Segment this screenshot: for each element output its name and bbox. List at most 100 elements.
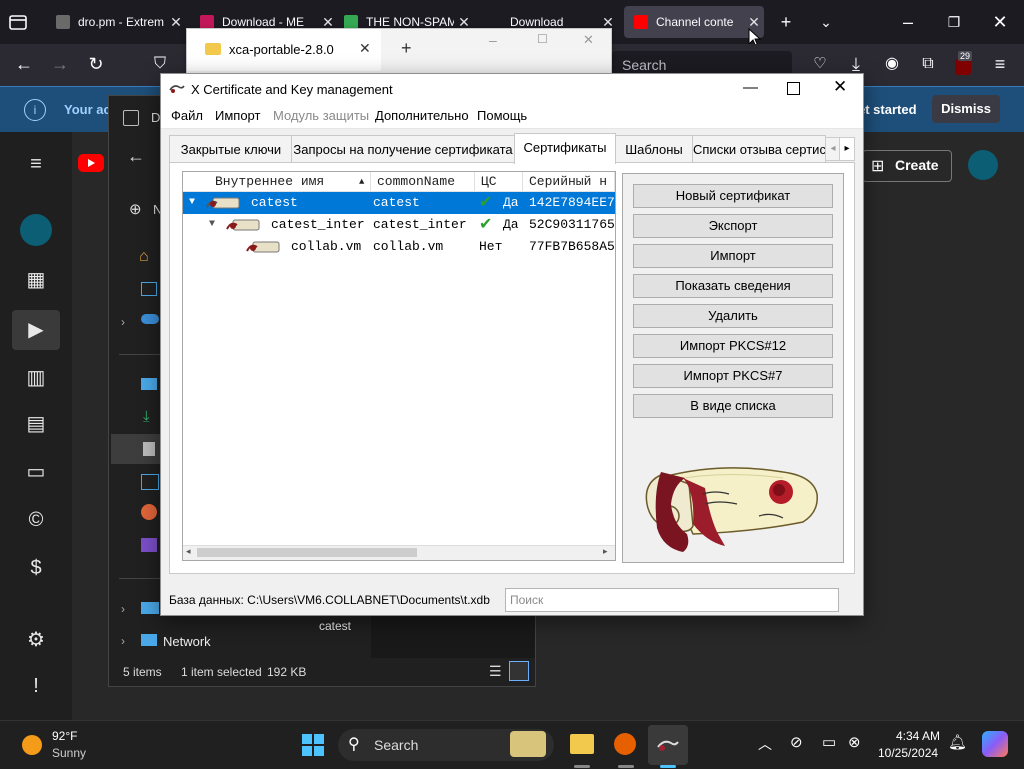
- ublock-extension[interactable]: 29: [952, 51, 976, 77]
- pictures-icon[interactable]: [141, 474, 159, 490]
- search-input[interactable]: Search: [622, 57, 666, 73]
- tab-list-icon[interactable]: [8, 12, 32, 32]
- tab-revocation-lists[interactable]: Списки отзыва сертис: [692, 135, 826, 163]
- firefox-taskbar-icon[interactable]: [614, 733, 636, 755]
- extensions-icon[interactable]: ⧉: [916, 54, 940, 74]
- table-row[interactable]: ▼ catest catest ✔ Да 142E7894EE7: [183, 192, 615, 214]
- maximize-icon[interactable]: [787, 82, 800, 95]
- chevron-right-icon[interactable]: ›: [121, 602, 125, 616]
- tab-requests[interactable]: Запросы на получение сертификата: [291, 135, 515, 163]
- get-started-button[interactable]: et started: [858, 102, 917, 117]
- certificate-tree[interactable]: Внутреннее имя ▲ commonName ЦС Серийный н…: [182, 171, 616, 561]
- tab-scroll-right-icon[interactable]: ▸: [839, 137, 855, 161]
- menu-help[interactable]: Помощь: [477, 108, 527, 123]
- close-tab-icon[interactable]: ✕: [359, 40, 371, 57]
- tab-templates[interactable]: Шаблоны: [614, 135, 694, 163]
- maximize-icon[interactable]: ☐: [537, 32, 548, 46]
- new-certificate-button[interactable]: Новый сертификат: [633, 184, 833, 208]
- avatar[interactable]: [968, 150, 998, 180]
- back-icon[interactable]: ←: [12, 54, 36, 74]
- close-window-icon[interactable]: ✕: [988, 12, 1012, 32]
- network-label[interactable]: Network: [163, 634, 211, 649]
- desktop-icon[interactable]: [141, 378, 157, 390]
- import-pkcs7-button[interactable]: Импорт PKCS#7: [633, 364, 833, 388]
- display-icon[interactable]: ▭: [822, 733, 836, 751]
- tiles-view-icon[interactable]: [509, 661, 529, 681]
- restore-icon[interactable]: ❐: [942, 12, 966, 32]
- shield-icon[interactable]: ⛉: [148, 54, 172, 74]
- column-header-commonname[interactable]: commonName: [371, 172, 475, 192]
- feedback-icon[interactable]: !: [22, 672, 50, 700]
- volume-muted-icon[interactable]: ⊗: [848, 733, 861, 751]
- copyright-icon[interactable]: ©: [22, 506, 50, 534]
- table-row[interactable]: collab.vm collab.vm Нет 77FB7B658A5: [183, 236, 615, 258]
- menu-token[interactable]: Модуль защиты: [273, 108, 369, 123]
- earn-icon[interactable]: $: [22, 554, 50, 582]
- folder-tab[interactable]: xca-portable-2.8.0 ✕: [187, 29, 381, 71]
- horizontal-scrollbar[interactable]: ◂ ▸: [183, 545, 615, 560]
- menu-file[interactable]: Файл: [171, 108, 203, 123]
- collapse-arrow-icon[interactable]: ▼: [189, 192, 195, 214]
- browser-tab-active[interactable]: Channel conte ✕: [624, 6, 764, 38]
- sun-icon[interactable]: [22, 735, 42, 755]
- network-off-icon[interactable]: ⊘: [790, 733, 803, 751]
- notification-bell-icon[interactable]: 🔔︎: [948, 733, 967, 751]
- back-icon[interactable]: ←: [127, 146, 145, 167]
- reload-icon[interactable]: ↻: [84, 54, 108, 74]
- taskbar-search[interactable]: ⚲ Search: [338, 729, 554, 761]
- clock-time[interactable]: 4:34 AM: [896, 729, 940, 743]
- videos-icon[interactable]: [141, 538, 157, 552]
- close-tab-icon[interactable]: ✕: [166, 14, 186, 31]
- xca-taskbar-button[interactable]: [648, 725, 688, 765]
- search-field[interactable]: Поиск: [505, 588, 839, 612]
- comments-icon[interactable]: ▤: [22, 410, 50, 438]
- minimize-icon[interactable]: —: [743, 79, 758, 96]
- close-window-icon[interactable]: ✕: [583, 32, 594, 48]
- minimize-icon[interactable]: –: [896, 12, 920, 32]
- windows-start-icon[interactable]: [302, 734, 324, 756]
- table-row[interactable]: ▼ catest_inter catest_inter ✔ Да 52C9031…: [183, 214, 615, 236]
- chevron-right-icon[interactable]: ›: [121, 315, 125, 329]
- pocket-icon[interactable]: ♡: [808, 54, 832, 74]
- hamburger-menu-icon[interactable]: ≡: [22, 150, 50, 178]
- as-list-button[interactable]: В виде списка: [633, 394, 833, 418]
- onedrive-icon[interactable]: [141, 314, 159, 324]
- delete-button[interactable]: Удалить: [633, 304, 833, 328]
- dismiss-button[interactable]: Dismiss: [932, 95, 1000, 123]
- scrollbar-thumb[interactable]: [197, 548, 417, 557]
- file-name-label[interactable]: catest: [319, 619, 351, 633]
- minimize-icon[interactable]: –: [489, 32, 497, 48]
- dashboard-icon[interactable]: ▦: [22, 266, 50, 294]
- weather-temp[interactable]: 92°F: [52, 729, 77, 743]
- chevron-right-icon[interactable]: ›: [121, 634, 125, 648]
- content-icon[interactable]: ▶: [22, 316, 50, 344]
- create-button[interactable]: ⊞ Create: [862, 150, 952, 182]
- menu-icon[interactable]: ≡: [988, 54, 1012, 74]
- details-view-icon[interactable]: ☰: [489, 663, 502, 680]
- menu-extra[interactable]: Дополнительно: [375, 108, 469, 123]
- gallery-icon[interactable]: [141, 282, 157, 296]
- export-button[interactable]: Экспорт: [633, 214, 833, 238]
- import-pkcs12-button[interactable]: Импорт PKCS#12: [633, 334, 833, 358]
- forward-icon[interactable]: →: [48, 54, 72, 74]
- import-button[interactable]: Импорт: [633, 244, 833, 268]
- column-header-ca[interactable]: ЦС: [475, 172, 523, 192]
- channel-avatar[interactable]: [20, 214, 52, 246]
- show-details-button[interactable]: Показать сведения: [633, 274, 833, 298]
- scroll-left-icon[interactable]: ◂: [186, 546, 191, 557]
- new-tab-icon[interactable]: +: [774, 12, 798, 32]
- this-pc-icon[interactable]: [141, 602, 159, 614]
- subtitles-icon[interactable]: ▭: [22, 458, 50, 486]
- weather-desc[interactable]: Sunny: [52, 746, 86, 760]
- new-tab-icon[interactable]: +: [401, 38, 412, 59]
- column-header-internal-name[interactable]: Внутреннее имя ▲: [183, 172, 371, 192]
- youtube-logo-icon[interactable]: [78, 154, 104, 172]
- chevron-down-icon[interactable]: ⌄: [814, 12, 838, 32]
- tab-certificates[interactable]: Сертификаты: [514, 133, 616, 164]
- chevron-up-icon[interactable]: ︿: [758, 734, 772, 754]
- account-icon[interactable]: ◉: [880, 54, 904, 74]
- clock-date[interactable]: 10/25/2024: [878, 746, 938, 760]
- menu-import[interactable]: Импорт: [215, 108, 260, 123]
- download-icon[interactable]: ⤓: [844, 54, 868, 74]
- file-explorer-taskbar-icon[interactable]: [570, 734, 594, 754]
